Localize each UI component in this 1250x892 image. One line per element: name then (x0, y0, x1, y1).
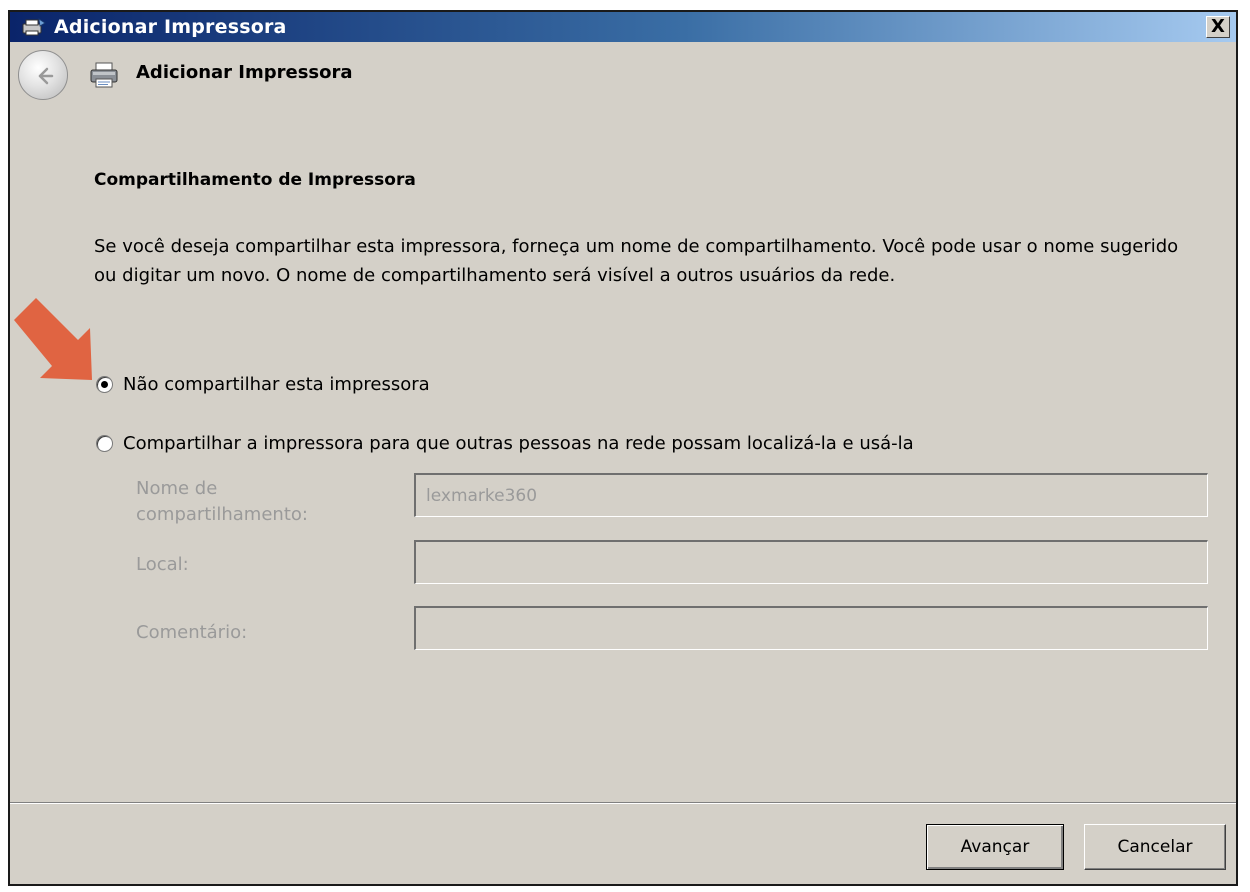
radio-button-selected[interactable] (96, 376, 113, 393)
page-description: Se você deseja compartilhar esta impress… (94, 236, 1179, 286)
radio-no-share-label: Não compartilhar esta impressora (123, 374, 430, 395)
wizard-nav: Adicionar Impressora (10, 42, 1236, 100)
back-arrow-icon (38, 67, 54, 85)
radio-share[interactable]: Compartilhar a impressora para que outra… (96, 433, 914, 454)
radio-share-label: Compartilhar a impressora para que outra… (123, 433, 914, 454)
cancel-button[interactable]: Cancelar (1084, 824, 1226, 870)
printer-icon (88, 60, 120, 90)
share-name-input[interactable] (414, 473, 1208, 517)
location-label: Local: (136, 554, 189, 575)
comment-label: Comentário: (136, 622, 248, 643)
share-name-label: Nome de compartilhamento: (136, 476, 308, 528)
share-name-label-line2: compartilhamento: (136, 504, 308, 525)
share-name-label-line1: Nome de (136, 478, 218, 499)
page-title: Compartilhamento de Impressora (94, 170, 416, 190)
comment-input[interactable] (414, 606, 1208, 650)
annotation-arrow-icon (10, 294, 102, 384)
back-button[interactable] (18, 50, 68, 100)
radio-no-share[interactable]: Não compartilhar esta impressora (96, 374, 430, 395)
add-printer-dialog: Adicionar Impressora X Adicionar Impress… (8, 10, 1238, 886)
wizard-header-title: Adicionar Impressora (136, 62, 353, 83)
next-button[interactable]: Avançar (926, 824, 1064, 870)
printer-wizard-icon (20, 17, 46, 37)
location-input[interactable] (414, 540, 1208, 584)
title-bar[interactable]: Adicionar Impressora X (10, 12, 1236, 42)
close-button[interactable]: X (1206, 16, 1230, 38)
footer-divider (10, 802, 1236, 804)
close-icon: X (1211, 16, 1225, 37)
window-title: Adicionar Impressora (54, 16, 287, 38)
radio-button[interactable] (96, 435, 113, 452)
